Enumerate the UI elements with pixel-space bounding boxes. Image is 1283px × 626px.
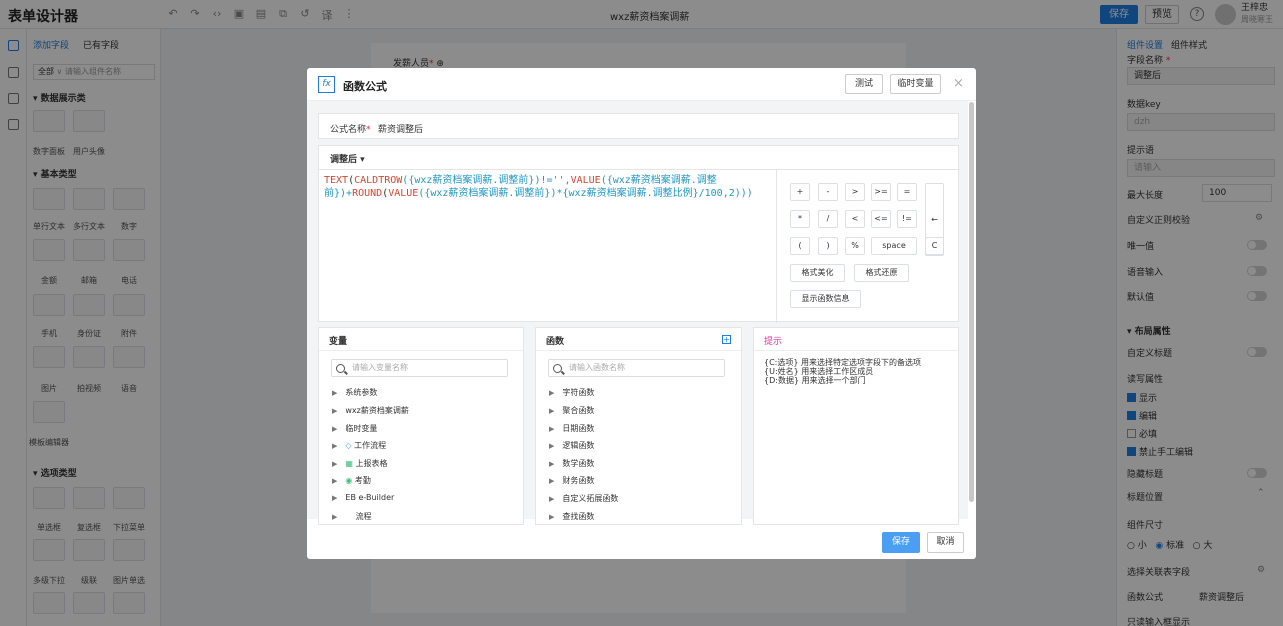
tree-item[interactable]: ▶ EB e-Builder bbox=[332, 493, 394, 502]
show-func-info-button[interactable]: 显示函数信息 bbox=[790, 290, 861, 308]
formula-token: CALDTROW bbox=[354, 175, 403, 186]
tree-item[interactable]: ▶ 字符函数 bbox=[549, 387, 594, 398]
key-gte[interactable]: >= bbox=[871, 183, 891, 201]
key-rparen[interactable]: ) bbox=[818, 237, 838, 255]
dialog-body: 公式名称* 薪资调整后 调整后 ▾ TEXT(CALDTROW({wxz薪资档案… bbox=[307, 101, 968, 525]
scrollbar[interactable] bbox=[969, 102, 974, 502]
dialog-cancel-button[interactable]: 取消 bbox=[927, 532, 964, 553]
tree-item[interactable]: ▶ 聚合函数 bbox=[549, 405, 594, 416]
tree-item[interactable]: ▶ 数学函数 bbox=[549, 458, 594, 469]
formula-name-label: 公式名称* bbox=[330, 125, 371, 135]
variable-search-input[interactable]: 请输入变量名称 bbox=[331, 359, 508, 377]
key-space[interactable]: space bbox=[871, 237, 917, 255]
formula-token: VALUE bbox=[570, 175, 601, 186]
divider bbox=[319, 169, 960, 170]
divider bbox=[536, 350, 741, 351]
search-icon bbox=[553, 364, 562, 373]
key-multiply[interactable]: * bbox=[790, 210, 810, 228]
tree-item-label: 系统参数 bbox=[345, 388, 378, 397]
key-plus[interactable]: + bbox=[790, 183, 810, 201]
format-beautify-button[interactable]: 格式美化 bbox=[790, 264, 845, 282]
function-icon: fx bbox=[318, 76, 335, 93]
temp-var-button[interactable]: 临时变量 bbox=[890, 74, 941, 94]
dialog-save-button[interactable]: 保存 bbox=[882, 532, 920, 553]
functions-panel: 函数 + 请输入函数名称 ▶ 字符函数 ▶ 聚合函数 ▶ 日期函数 ▶ 逻辑函数 ▶ 数学… bbox=[535, 327, 742, 525]
divider bbox=[776, 170, 777, 323]
function-search-input[interactable]: 请输入函数名称 bbox=[548, 359, 725, 377]
tree-item[interactable]: ▶ 财务函数 bbox=[549, 475, 594, 486]
formula-name-label-text: 公式名称 bbox=[330, 125, 367, 135]
table-icon: ▦ bbox=[345, 459, 356, 468]
tip-line: {C:选项} 用来选择特定选项字段下的备选项 bbox=[764, 358, 922, 367]
key-percent[interactable]: % bbox=[845, 237, 865, 255]
tree-item-label: 工作流程 bbox=[354, 441, 387, 450]
tree-item-label: 考勤 bbox=[354, 476, 371, 485]
formula-token: VALUE bbox=[388, 188, 419, 199]
tree-item[interactable]: ▶ 临时变量 bbox=[332, 423, 377, 434]
tips-panel: 提示 {C:选项} 用来选择特定选项字段下的备选项 {U:姓名} 用来选择工作区… bbox=[753, 327, 959, 525]
formula-name-row: 公式名称* 薪资调整后 bbox=[318, 113, 959, 139]
formula-token: ({wxz薪资档案调薪.调整前})*{wxz薪资档案调薪.调整比例}/100,2… bbox=[418, 188, 753, 199]
formula-field-select[interactable]: 调整后 ▾ bbox=[330, 152, 365, 165]
key-clear[interactable]: C bbox=[925, 237, 944, 255]
tree-item[interactable]: ▶ wxz薪资档案调薪 bbox=[332, 405, 409, 416]
tree-item[interactable]: ▶ ▦ 上报表格 bbox=[332, 458, 388, 469]
tree-item-label: wxz薪资档案调薪 bbox=[345, 406, 409, 415]
tree-item[interactable]: ▶ ◇ 工作流程 bbox=[332, 440, 386, 451]
key-neq[interactable]: != bbox=[897, 210, 917, 228]
tree-item-label: 上报表格 bbox=[355, 459, 388, 468]
test-button[interactable]: 测试 bbox=[845, 74, 883, 94]
key-gt[interactable]: > bbox=[845, 183, 865, 201]
tree-item[interactable]: ▶ 逻辑函数 bbox=[549, 440, 594, 451]
dialog-footer: 保存 取消 bbox=[307, 519, 976, 559]
formula-textarea[interactable]: TEXT(CALDTROW({wxz薪资档案调薪.调整前})!='',VALUE… bbox=[324, 174, 764, 200]
formula-token: ({wxz薪资档案调薪.调整前})!='', bbox=[402, 175, 571, 186]
key-minus[interactable]: - bbox=[818, 183, 838, 201]
key-divide[interactable]: / bbox=[818, 210, 838, 228]
formula-editor: 调整后 ▾ TEXT(CALDTROW({wxz薪资档案调薪.调整前})!=''… bbox=[318, 145, 960, 323]
variables-title: 变量 bbox=[329, 337, 348, 347]
tree-item-label: EB e-Builder bbox=[345, 493, 395, 502]
search-icon bbox=[336, 364, 345, 373]
formula-token: TEXT bbox=[324, 175, 349, 186]
key-lte[interactable]: <= bbox=[871, 210, 891, 228]
variables-panel: 变量 请输入变量名称 ▶ 系统参数 ▶ wxz薪资档案调薪 ▶ 临时变量 ▶ ◇ 工作流… bbox=[318, 327, 524, 525]
divider bbox=[754, 350, 958, 351]
key-eq[interactable]: = bbox=[897, 183, 917, 201]
tree-item-label: 字符函数 bbox=[562, 388, 595, 397]
location-icon: ◉ bbox=[345, 476, 355, 485]
tree-item-label: 日期函数 bbox=[562, 424, 595, 433]
formula-token: ROUND bbox=[352, 188, 383, 199]
tree-item[interactable]: ▶ 自定义拓展函数 bbox=[549, 493, 618, 504]
functions-title: 函数 bbox=[546, 337, 565, 347]
tree-item-label: 聚合函数 bbox=[562, 406, 595, 415]
dialog-title: 函数公式 bbox=[343, 80, 387, 93]
formula-dialog: fx 函数公式 测试 临时变量 × 公式名称* 薪资调整后 调整后 ▾ TEXT… bbox=[307, 68, 976, 559]
tree-item[interactable]: ▶ 日期函数 bbox=[549, 423, 594, 434]
tree-item-label: 数学函数 bbox=[562, 459, 595, 468]
tip-line: {U:姓名} 用来选择工作区成员 bbox=[764, 367, 874, 376]
key-lparen[interactable]: ( bbox=[790, 237, 810, 255]
dialog-header: fx 函数公式 测试 临时变量 × bbox=[307, 68, 976, 101]
key-lt[interactable]: < bbox=[845, 210, 865, 228]
workflow-icon: ◇ bbox=[345, 441, 355, 450]
divider bbox=[319, 350, 523, 351]
tree-item-label: 临时变量 bbox=[345, 424, 378, 433]
tips-content: {C:选项} 用来选择特定选项字段下的备选项 {U:姓名} 用来选择工作区成员 … bbox=[764, 358, 921, 385]
format-restore-button[interactable]: 格式还原 bbox=[854, 264, 909, 282]
tips-title: 提示 bbox=[764, 337, 783, 347]
add-icon[interactable]: + bbox=[722, 335, 731, 344]
tree-item[interactable]: ▶ ◉ 考勤 bbox=[332, 475, 371, 486]
tip-line: {D:数据} 用来选择一个部门 bbox=[764, 376, 866, 385]
tree-item-label: 财务函数 bbox=[562, 476, 595, 485]
tree-item-label: 逻辑函数 bbox=[562, 441, 595, 450]
tree-item[interactable]: ▶ 系统参数 bbox=[332, 387, 377, 398]
close-icon[interactable]: × bbox=[953, 76, 964, 91]
tree-item-label: 自定义拓展函数 bbox=[562, 494, 619, 503]
formula-name-input[interactable]: 薪资调整后 bbox=[378, 122, 423, 135]
